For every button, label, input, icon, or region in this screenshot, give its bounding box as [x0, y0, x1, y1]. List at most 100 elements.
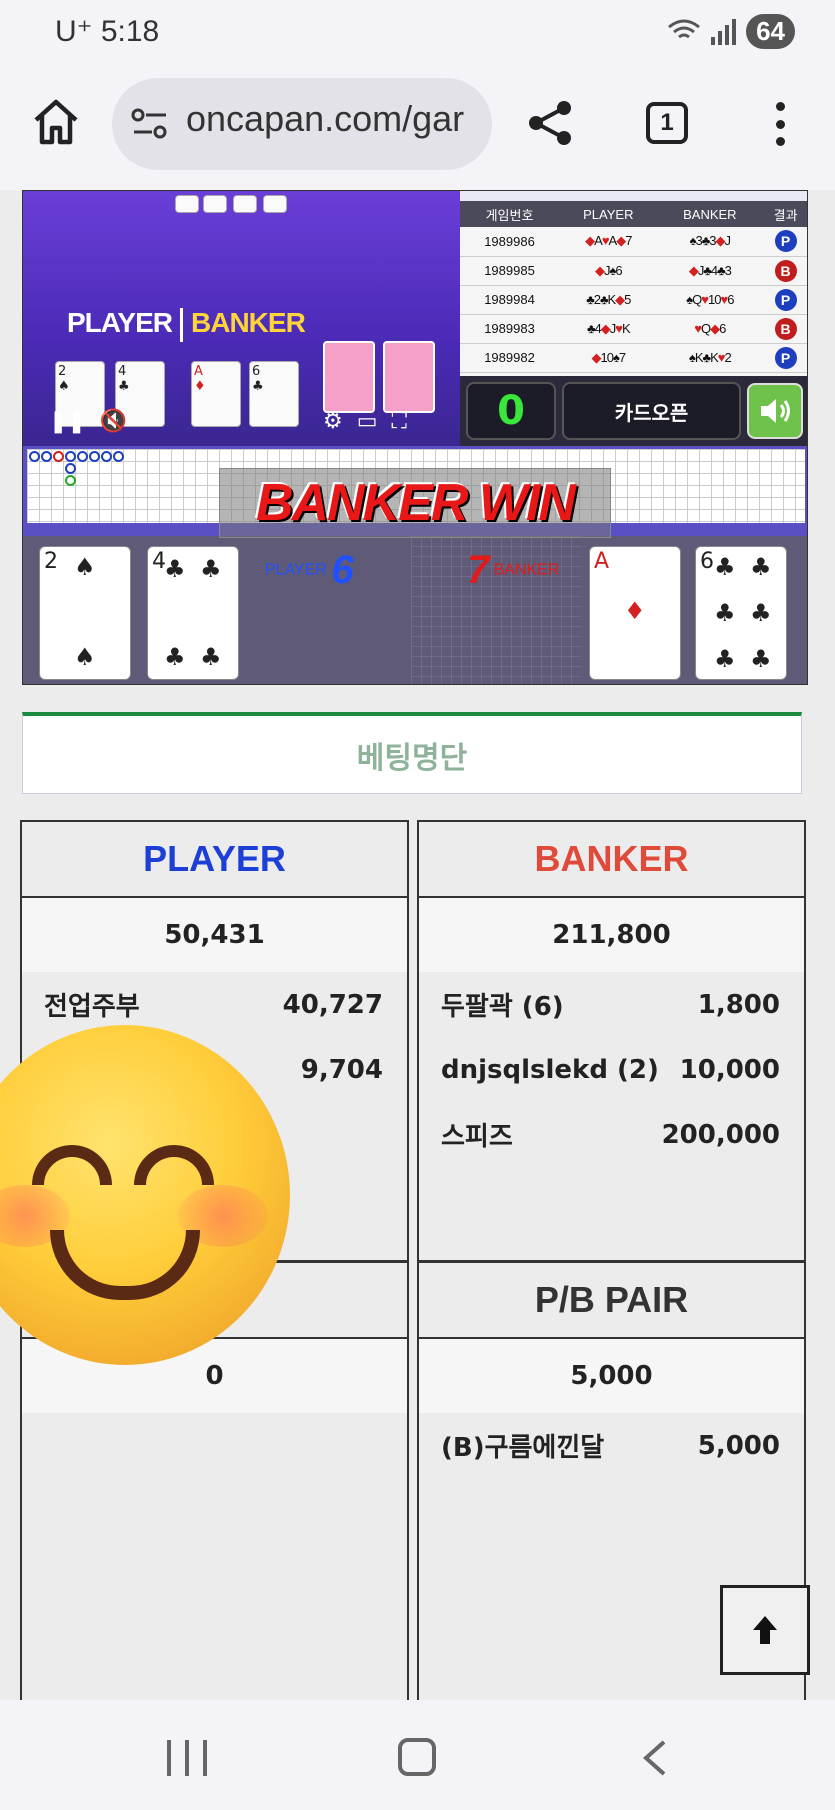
banker-bet-total: 211,800 [419, 898, 804, 972]
bet-row: dnjsqlslekd (2) 10,000 [441, 1054, 780, 1085]
history-summary-strip [460, 191, 807, 201]
history-table: 게임번호 PLAYER BANKER 결과 1989986 ◆A♥A◆7 ♠3♣3◆… [460, 201, 807, 373]
table-card [203, 195, 227, 213]
video-card: 6 ♣ [249, 361, 299, 427]
more-menu-icon[interactable] [770, 102, 790, 146]
history-result-badge: P [774, 288, 797, 311]
countdown-display: 0 [466, 382, 556, 440]
baccarat-game: PLAYER BANKER 2 ♠ 4 ♣ A ♦ 6 ♣ ❚❚ 🔇 ⚙ ▭ ⛶ 게임번호… [22, 190, 808, 685]
history-game-id: 1989983 [484, 321, 535, 336]
road-bead [65, 463, 76, 474]
history-col-banker: BANKER [657, 201, 763, 227]
history-col-id: 게임번호 [460, 201, 560, 227]
table-card [233, 195, 257, 213]
video-card: A ♦ [191, 361, 241, 427]
signal-icon [711, 18, 737, 45]
video-controls-left: ❚❚ 🔇 [49, 409, 127, 434]
history-row: 1989985 ◆J♠6 ◆J♣4♣3 B [460, 256, 807, 286]
url-text: oncapan.com/gar [186, 98, 465, 139]
road-bead [77, 451, 88, 462]
history-row: 1989982 ◆10♠7 ♠K♣K♥2 P [460, 343, 807, 373]
win-banner: BANKER WIN [219, 468, 611, 538]
history-player-cards: ♣4◆J♥K [586, 320, 631, 336]
wifi-icon [668, 19, 701, 38]
history-banker-cards: ♠3♣3◆J [689, 233, 731, 249]
result-area: 2 ♠ ♠ 4 ♣ ♣ ♣ ♣ PLAYER 6 7 BANKER A ♦ 6 … [23, 536, 807, 684]
fullscreen-icon[interactable]: ⛶ [392, 409, 407, 434]
pause-icon[interactable]: ❚❚ [49, 409, 86, 434]
site-settings-icon[interactable] [130, 106, 170, 142]
gear-icon[interactable]: ⚙ [323, 409, 343, 434]
clock: 5:18 [100, 15, 160, 48]
history-row: 1989984 ♣2♣K◆5 ♠Q♥10♥6 P [460, 285, 807, 315]
history-game-id: 1989986 [484, 233, 535, 249]
nav-home-icon[interactable] [398, 1738, 436, 1776]
history-banker-cards: ♥Q◆6 [694, 320, 726, 336]
player-score: PLAYER 6 [265, 548, 354, 592]
history-row: 1989983 ♣4◆J♥K ♥Q◆6 B [460, 314, 807, 344]
pair-bet-title: P/B PAIR [419, 1263, 804, 1339]
table-labels: PLAYER BANKER [67, 307, 306, 342]
betting-list-header: 베팅명단 [22, 712, 802, 794]
arrow-up-icon [753, 1616, 777, 1644]
mute-icon[interactable]: 🔇 [100, 409, 127, 434]
scroll-to-top-button[interactable] [720, 1585, 810, 1675]
bet-row: 두팔곽 (6) 1,800 [441, 989, 780, 1023]
history-result-badge: B [774, 259, 797, 282]
pip-icon[interactable]: ▭ [357, 409, 378, 434]
road-bead [89, 451, 100, 462]
history-row: 1989986 ◆A♥A◆7 ♠3♣3◆J P [460, 227, 807, 257]
banker-bet-panel: BANKER 211,800 두팔곽 (6) 1,800 dnjsqlslekd … [417, 820, 806, 1262]
history-banker-cards: ♠Q♥10♥6 [686, 292, 734, 307]
game-controls: 0 카드오픈 [460, 376, 807, 446]
browser-toolbar: oncapan.com/gar 1 [0, 66, 835, 190]
road-bead [53, 451, 64, 462]
history-result-badge: P [774, 346, 797, 369]
history-game-id: 1989985 [484, 263, 535, 278]
history-banker-cards: ◆J♣4♣3 [688, 262, 732, 278]
tab-switcher-button[interactable]: 1 [646, 102, 688, 144]
share-icon[interactable] [526, 98, 576, 148]
pair-bet-total: 5,000 [419, 1339, 804, 1413]
player-bet-title: PLAYER [22, 822, 407, 898]
history-player-cards: ◆10♠7 [591, 349, 626, 365]
history-banker-cards: ♠K♣K♥2 [688, 350, 732, 365]
history-player-cards: ♣2♣K◆5 [586, 291, 631, 307]
history-player-cards: ◆J♠6 [594, 262, 623, 278]
history-col-player: PLAYER [559, 201, 658, 227]
card-open-button[interactable]: 카드오픈 [562, 382, 741, 440]
back-icon[interactable] [640, 1740, 670, 1776]
player-card-1: 2 ♠ ♠ [39, 546, 131, 680]
history-panel: 게임번호 PLAYER BANKER 결과 1989986 ◆A♥A◆7 ♠3♣3◆… [460, 191, 807, 376]
shoe-card [383, 341, 435, 413]
road-bead [41, 451, 52, 462]
bet-row: 스피즈 200,000 [441, 1119, 780, 1153]
player-card-2: 4 ♣ ♣ ♣ ♣ [147, 546, 239, 680]
player-bet-total: 50,431 [22, 898, 407, 972]
history-result-badge: P [774, 230, 797, 253]
history-game-id: 1989982 [484, 350, 535, 365]
status-time-area: U⁺ 5:18 [55, 14, 159, 49]
video-controls-right: ⚙ ▭ ⛶ [323, 409, 407, 434]
table-card [175, 195, 199, 213]
banker-score: 7 BANKER [467, 548, 560, 592]
speaker-icon[interactable] [747, 383, 803, 439]
recents-icon[interactable] [167, 1740, 207, 1776]
video-player-label: PLAYER [67, 307, 173, 338]
road-bead [65, 475, 76, 486]
banker-bet-title: BANKER [419, 822, 804, 898]
banker-card-2: 6 ♣ ♣ ♣ ♣ ♣ ♣ [695, 546, 787, 680]
battery-icon: 64 [746, 14, 795, 49]
shoe-card [323, 341, 375, 413]
banker-card-1: A ♦ [589, 546, 681, 680]
status-icons: 64 [667, 14, 795, 49]
table-card [263, 195, 287, 213]
live-video[interactable]: PLAYER BANKER 2 ♠ 4 ♣ A ♦ 6 ♣ ❚❚ 🔇 ⚙ ▭ ⛶ [23, 191, 460, 446]
history-player-cards: ◆A♥A◆7 [585, 233, 632, 249]
road-bead [113, 451, 124, 462]
road-bead [29, 451, 40, 462]
history-result-badge: B [774, 317, 797, 340]
video-banker-label: BANKER [191, 307, 306, 338]
home-icon[interactable] [30, 96, 82, 148]
address-bar[interactable]: oncapan.com/gar [112, 78, 492, 170]
